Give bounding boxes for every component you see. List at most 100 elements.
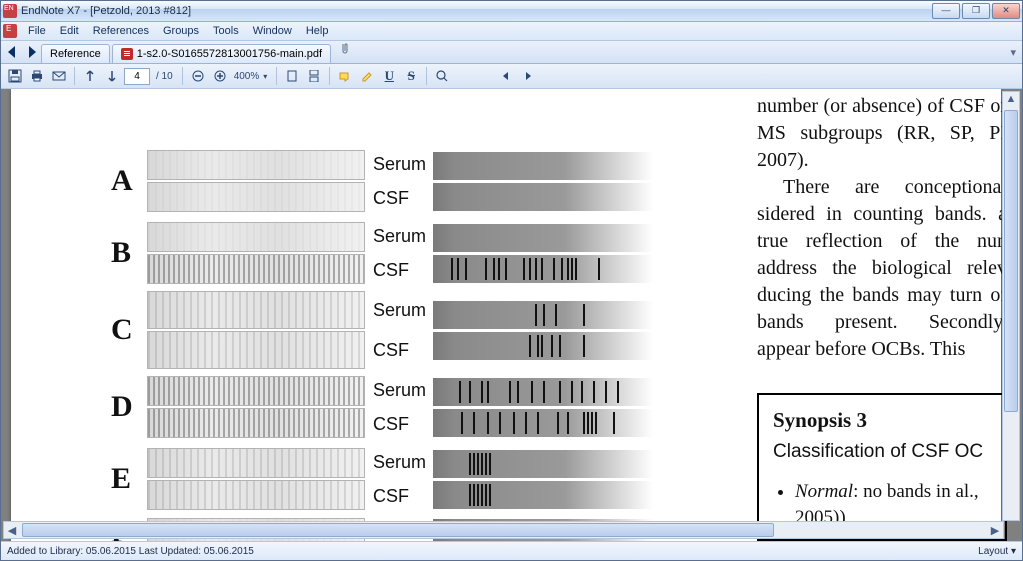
page-number-input[interactable]: 4 bbox=[124, 68, 150, 85]
scroll-up-arrow-icon[interactable]: ▲ bbox=[1003, 92, 1019, 106]
figure-region: A Serum CSF bbox=[111, 145, 653, 541]
gel-lane bbox=[147, 448, 365, 478]
gel-lane bbox=[147, 376, 365, 406]
gel-lane bbox=[147, 150, 365, 180]
lane-label-serum: Serum bbox=[373, 147, 433, 181]
menu-bar: File Edit References Groups Tools Window… bbox=[1, 22, 1022, 41]
gel-lane bbox=[147, 408, 365, 438]
lane-label-csf: CSF bbox=[373, 407, 433, 441]
lane-label-csf: CSF bbox=[373, 253, 433, 287]
title-bar: EndNote X7 - [Petzold, 2013 #812] — ❐ ✕ bbox=[1, 1, 1022, 22]
vertical-scroll-thumb[interactable] bbox=[1004, 110, 1018, 412]
highlight-button[interactable] bbox=[357, 66, 377, 86]
page-total-label: / 10 bbox=[156, 71, 173, 82]
article-text-column: number (or absence) of CSF or MS subgrou… bbox=[757, 93, 1007, 541]
zoom-in-button[interactable] bbox=[210, 66, 230, 86]
menu-groups[interactable]: Groups bbox=[156, 24, 206, 38]
pdf-viewer: A Serum CSF bbox=[1, 89, 1022, 541]
scroll-left-arrow-icon[interactable]: ◀ bbox=[4, 523, 20, 537]
figure-row-label: D bbox=[111, 390, 147, 424]
zoom-out-button[interactable] bbox=[188, 66, 208, 86]
schematic-lane bbox=[433, 481, 653, 509]
gel-lane bbox=[147, 222, 365, 252]
layout-toggle-button[interactable]: Layout bbox=[978, 546, 1016, 557]
scroll-right-arrow-icon[interactable]: ▶ bbox=[987, 523, 1003, 537]
schematic-lane bbox=[433, 450, 653, 478]
zoom-level-label[interactable]: 400% bbox=[234, 71, 260, 82]
figure-row-label: C bbox=[111, 313, 147, 347]
search-button[interactable] bbox=[432, 66, 452, 86]
lane-label-serum: Serum bbox=[373, 219, 433, 253]
synopsis-box: Synopsis 3 Classification of CSF OC Norm… bbox=[757, 393, 1007, 541]
zoom-dropdown-icon[interactable]: ▾ bbox=[263, 72, 267, 81]
tab-strip: Reference 1-s2.0-S0165572813001756-main.… bbox=[1, 41, 1022, 64]
tab-overflow-button[interactable]: ▾ bbox=[1010, 46, 1016, 59]
attachment-icon[interactable] bbox=[339, 42, 351, 59]
tab-pdf-label: 1-s2.0-S0165572813001756-main.pdf bbox=[137, 48, 322, 60]
lane-label-serum: Serum bbox=[373, 445, 433, 479]
endnote-app-icon bbox=[3, 4, 17, 18]
body-paragraph: There are conceptional sidered in counti… bbox=[757, 174, 1007, 363]
vertical-scrollbar[interactable]: ▲ bbox=[1002, 91, 1020, 521]
schematic-lane bbox=[433, 152, 653, 180]
tab-pdf[interactable]: 1-s2.0-S0165572813001756-main.pdf bbox=[112, 44, 331, 63]
lane-label-csf: CSF bbox=[373, 181, 433, 215]
find-prev-button[interactable] bbox=[496, 66, 516, 86]
next-page-down-button[interactable] bbox=[102, 66, 122, 86]
pdf-toolbar: 4 / 10 400% ▾ U S bbox=[1, 64, 1022, 89]
menu-file[interactable]: File bbox=[21, 24, 53, 38]
lane-label-serum: Serum bbox=[373, 290, 433, 330]
app-window: EndNote X7 - [Petzold, 2013 #812] — ❐ ✕ … bbox=[0, 0, 1023, 561]
schematic-lane bbox=[433, 255, 653, 283]
email-button[interactable] bbox=[49, 66, 69, 86]
tab-reference[interactable]: Reference bbox=[41, 44, 110, 63]
menu-references[interactable]: References bbox=[86, 24, 156, 38]
pdf-canvas[interactable]: A Serum CSF bbox=[1, 89, 1022, 541]
layout-continuous-button[interactable] bbox=[304, 66, 324, 86]
schematic-lane bbox=[433, 409, 653, 437]
underline-button[interactable]: U bbox=[379, 66, 399, 86]
nav-forward-button[interactable] bbox=[23, 44, 39, 60]
minimize-button[interactable]: — bbox=[932, 3, 960, 19]
document-icon bbox=[3, 24, 17, 38]
menu-help[interactable]: Help bbox=[299, 24, 336, 38]
sticky-note-button[interactable] bbox=[335, 66, 355, 86]
gel-lane bbox=[147, 480, 365, 510]
lane-label-serum: Serum bbox=[373, 373, 433, 407]
figure-row-label: A bbox=[111, 164, 147, 198]
gel-lane bbox=[147, 182, 365, 212]
layout-single-button[interactable] bbox=[282, 66, 302, 86]
find-next-button[interactable] bbox=[518, 66, 538, 86]
lane-label-csf: CSF bbox=[373, 479, 433, 513]
prev-page-up-button[interactable] bbox=[80, 66, 100, 86]
schematic-lane bbox=[433, 332, 653, 360]
menu-tools[interactable]: Tools bbox=[206, 24, 246, 38]
status-bar: Added to Library: 05.06.2015 Last Update… bbox=[1, 541, 1022, 560]
save-button[interactable] bbox=[5, 66, 25, 86]
menu-edit[interactable]: Edit bbox=[53, 24, 86, 38]
horizontal-scroll-thumb[interactable] bbox=[22, 523, 774, 537]
schematic-lane bbox=[433, 378, 653, 406]
figure-row-label: E bbox=[111, 462, 147, 496]
close-button[interactable]: ✕ bbox=[992, 3, 1020, 19]
status-text: Added to Library: 05.06.2015 Last Update… bbox=[7, 546, 254, 557]
schematic-lane bbox=[433, 301, 653, 329]
maximize-button[interactable]: ❐ bbox=[962, 3, 990, 19]
strikethrough-button[interactable]: S bbox=[401, 66, 421, 86]
pdf-icon bbox=[121, 48, 133, 60]
menu-window[interactable]: Window bbox=[246, 24, 299, 38]
gel-lane bbox=[147, 254, 365, 284]
schematic-lane bbox=[433, 183, 653, 211]
pdf-page: A Serum CSF bbox=[11, 89, 1001, 541]
synopsis-subheading: Classification of CSF OC bbox=[773, 438, 991, 465]
synopsis-heading: Synopsis 3 bbox=[773, 407, 991, 434]
tab-reference-label: Reference bbox=[50, 48, 101, 60]
horizontal-scrollbar[interactable]: ◀ ▶ bbox=[3, 521, 1004, 539]
gel-lane bbox=[147, 291, 365, 329]
body-paragraph: number (or absence) of CSF or MS subgrou… bbox=[757, 93, 1007, 174]
figure-row-label: B bbox=[111, 236, 147, 270]
print-button[interactable] bbox=[27, 66, 47, 86]
window-title: EndNote X7 - [Petzold, 2013 #812] bbox=[21, 5, 932, 17]
nav-back-button[interactable] bbox=[5, 44, 21, 60]
schematic-lane bbox=[433, 224, 653, 252]
